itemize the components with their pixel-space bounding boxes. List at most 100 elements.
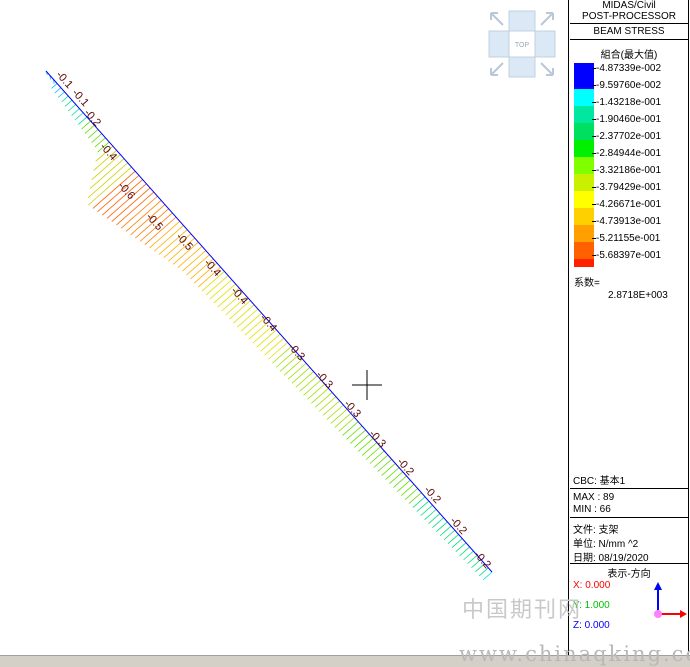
- stress-hatch-line: [455, 542, 467, 553]
- stress-hatch-line: [377, 458, 392, 472]
- stress-hatch-line: [393, 475, 407, 488]
- stress-hatch-line: [322, 400, 340, 416]
- legend-row: -3.79429e-001: [573, 182, 688, 208]
- stress-value-label: -0.2: [81, 107, 103, 129]
- stress-value-label: -0.1: [69, 87, 91, 109]
- cbc-label: CBC: 基本1: [573, 476, 626, 487]
- legend-panel: MIDAS/Civil POST-PROCESSOR BEAM STRESS 組…: [570, 0, 688, 655]
- stress-hatch-line: [51, 83, 58, 89]
- stress-hatch-line: [482, 571, 493, 581]
- stress-value-label: -0.3: [366, 428, 388, 450]
- legend-value: -4.87339e-002: [596, 63, 662, 74]
- header-divider-2: [570, 39, 688, 40]
- watermark-site-name: 中国期刊网: [462, 598, 583, 623]
- legend-value: -3.32186e-001: [596, 165, 662, 176]
- legend-row: -9.59760e-002: [573, 80, 688, 106]
- date-divider: [570, 563, 688, 564]
- legend-value: -1.43218e-001: [596, 97, 662, 108]
- stress-hatch-line: [459, 546, 470, 557]
- legend-row: -2.84944e-001: [573, 148, 688, 174]
- factor-value: 2.8718E+003: [608, 290, 668, 301]
- header-divider: [570, 23, 688, 24]
- stress-hatch-line: [396, 479, 411, 492]
- legend-row: -4.87339e-002: [573, 63, 688, 89]
- stress-hatch-line: [240, 312, 262, 332]
- stress-hatch-line: [236, 308, 259, 328]
- legend-row: -1.43218e-001: [573, 97, 688, 123]
- stress-hatch-line: [260, 333, 281, 352]
- stress-hatch-line: [443, 529, 456, 540]
- coord-x: X: 0.000: [573, 580, 611, 591]
- view-direction-label: 表示-方向: [607, 569, 651, 580]
- stress-hatch-line: [389, 471, 404, 484]
- stress-hatch-line: [205, 275, 229, 296]
- stress-hatch-line: [451, 538, 463, 549]
- stress-hatch-line: [338, 417, 355, 432]
- stress-value-label: -0.6: [115, 180, 137, 202]
- stress-hatch-line: [350, 429, 366, 444]
- legend-value: -4.73913e-001: [596, 216, 662, 227]
- result-type-title: BEAM STRESS: [593, 26, 665, 37]
- max-label: MAX : 89: [573, 492, 615, 503]
- legend-value: -5.68397e-001: [596, 250, 662, 261]
- stress-hatch-line: [61, 95, 69, 103]
- stress-hatch-line: [439, 525, 452, 536]
- legend-value: -3.79429e-001: [596, 182, 662, 193]
- beam-stress-diagram: -0.1-0.1-0.2-0.4-0.6-0.5-0.5-0.4-0.4-0.4…: [45, 69, 493, 581]
- stress-hatch-line: [295, 371, 314, 388]
- stress-hatch-line: [233, 304, 255, 324]
- stress-hatch-line: [264, 337, 285, 356]
- stress-hatch-line: [326, 404, 344, 420]
- stress-hatch-line: [209, 279, 233, 300]
- stress-hatch-line: [71, 108, 80, 116]
- stress-value-label: -0.4: [97, 141, 119, 163]
- stress-hatch-line: [91, 133, 103, 143]
- min-label: MIN : 66: [573, 504, 611, 515]
- panel-border: [688, 0, 689, 655]
- app-name: MIDAS/Civil: [602, 0, 656, 11]
- legend-value: -5.21155e-001: [596, 233, 661, 244]
- stress-hatch-line: [436, 521, 448, 532]
- legend-row: -5.68397e-001: [573, 250, 688, 267]
- view-cube[interactable]: TOP: [487, 9, 557, 79]
- legend-row: -3.32186e-001: [573, 165, 688, 191]
- combination-label: 組合(最大值): [600, 50, 658, 61]
- minmax-divider: [570, 517, 688, 518]
- stress-hatch-line: [291, 367, 311, 384]
- stress-hatch-line: [287, 362, 307, 380]
- stress-hatch-line: [268, 342, 288, 360]
- stress-hatch-line: [330, 408, 348, 424]
- legend-value: -4.26671e-001: [596, 199, 662, 210]
- legend-value: -9.59760e-002: [596, 80, 662, 91]
- post-processor-title: POST-PROCESSOR: [582, 11, 676, 22]
- crosshair-cursor-icon: [352, 370, 382, 400]
- watermark-url: www.chinaqking.com: [459, 642, 690, 666]
- stress-value-label: -0.3: [341, 398, 363, 420]
- legend-row: -4.26671e-001: [573, 199, 688, 225]
- legend-row: -5.21155e-001: [573, 233, 688, 259]
- stress-hatch-line: [373, 454, 389, 468]
- stress-hatch-line: [342, 421, 359, 436]
- stress-value-label: -0.3: [313, 369, 335, 391]
- legend-row: -2.37702e-001: [573, 131, 688, 157]
- stress-hatch-line: [67, 104, 76, 112]
- view-cube-top-label: TOP: [515, 42, 530, 49]
- stress-hatch-line: [64, 99, 73, 107]
- stress-hatch-line: [54, 87, 62, 94]
- stress-hatch-line: [381, 463, 396, 476]
- stress-hatch-line: [88, 129, 99, 139]
- date-label: 日期: 08/19/2020: [573, 553, 649, 564]
- model-viewport[interactable]: -0.1 -0.1 -0.2 -0.4 -0.6 -0.5 -0.5 -0.4 -0.4 -0.4…: [0, 0, 568, 655]
- axis-triad-icon: [654, 582, 687, 618]
- panel-divider: [568, 0, 569, 655]
- stress-value-label: -0.2: [421, 484, 443, 506]
- stress-hatch-line: [315, 392, 333, 408]
- stress-hatch-line: [385, 467, 400, 480]
- stress-hatch-line: [57, 91, 65, 98]
- stress-hatch-line: [318, 396, 337, 412]
- legend-value: -2.37702e-001: [596, 131, 662, 142]
- legend-row: -4.73913e-001: [573, 216, 688, 242]
- cbc-divider: [570, 488, 688, 489]
- factor-label: 系数=: [574, 278, 600, 289]
- legend-row: -1.90460e-001: [573, 114, 688, 140]
